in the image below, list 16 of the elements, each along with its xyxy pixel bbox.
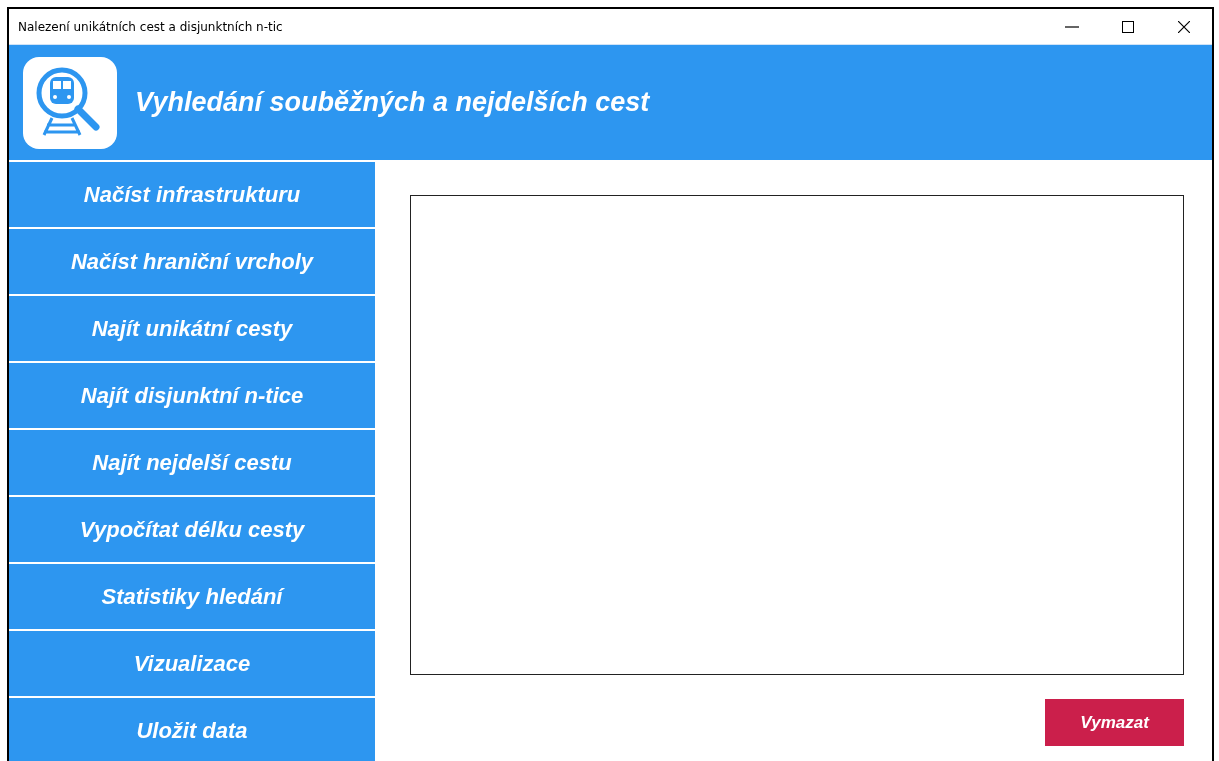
menu-button[interactable]: Statistiky hledání bbox=[9, 564, 375, 629]
menu-button[interactable]: Vizualizace bbox=[9, 631, 375, 696]
menu-button[interactable]: Načíst infrastrukturu bbox=[9, 162, 375, 227]
maximize-icon[interactable] bbox=[1122, 20, 1134, 33]
menu-button[interactable]: Najít disjunktní n-tice bbox=[9, 363, 375, 428]
menu-button[interactable]: Najít nejdelší cestu bbox=[9, 430, 375, 495]
window-title: Nalezení unikátních cest a disjunktních n-tic bbox=[18, 18, 284, 36]
minimize-icon[interactable] bbox=[1065, 25, 1079, 28]
menu-button[interactable]: Načíst hraniční vrcholy bbox=[9, 229, 375, 294]
menu-button[interactable]: Uložit data bbox=[9, 698, 375, 761]
menu-button[interactable]: Vypočítat délku cesty bbox=[9, 497, 375, 562]
train-search-logo-icon bbox=[23, 56, 117, 149]
menu-button[interactable]: Najít unikátní cesty bbox=[9, 296, 375, 361]
clear-button[interactable]: Vymazat bbox=[1045, 699, 1184, 746]
app-title: Vyhledání souběžných a nejdelších cest bbox=[135, 86, 650, 120]
close-icon[interactable] bbox=[1178, 20, 1190, 33]
